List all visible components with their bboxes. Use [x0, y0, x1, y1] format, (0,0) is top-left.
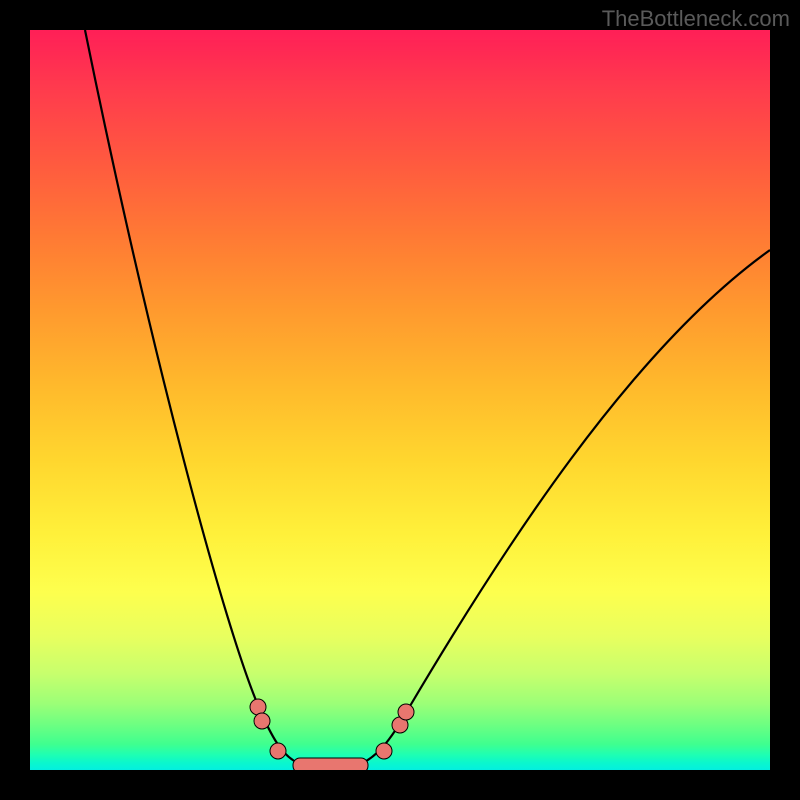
curve-left — [85, 30, 305, 766]
valley-bar — [293, 758, 368, 770]
dot-left-upper-b — [254, 713, 270, 729]
dot-left-upper-a — [250, 699, 266, 715]
dot-right-upper-b — [398, 704, 414, 720]
chart-frame — [30, 30, 770, 770]
watermark-text: TheBottleneck.com — [602, 6, 790, 32]
dot-right-lower — [376, 743, 392, 759]
dot-left-lower — [270, 743, 286, 759]
curve-right — [355, 250, 770, 766]
curve-svg — [30, 30, 770, 770]
